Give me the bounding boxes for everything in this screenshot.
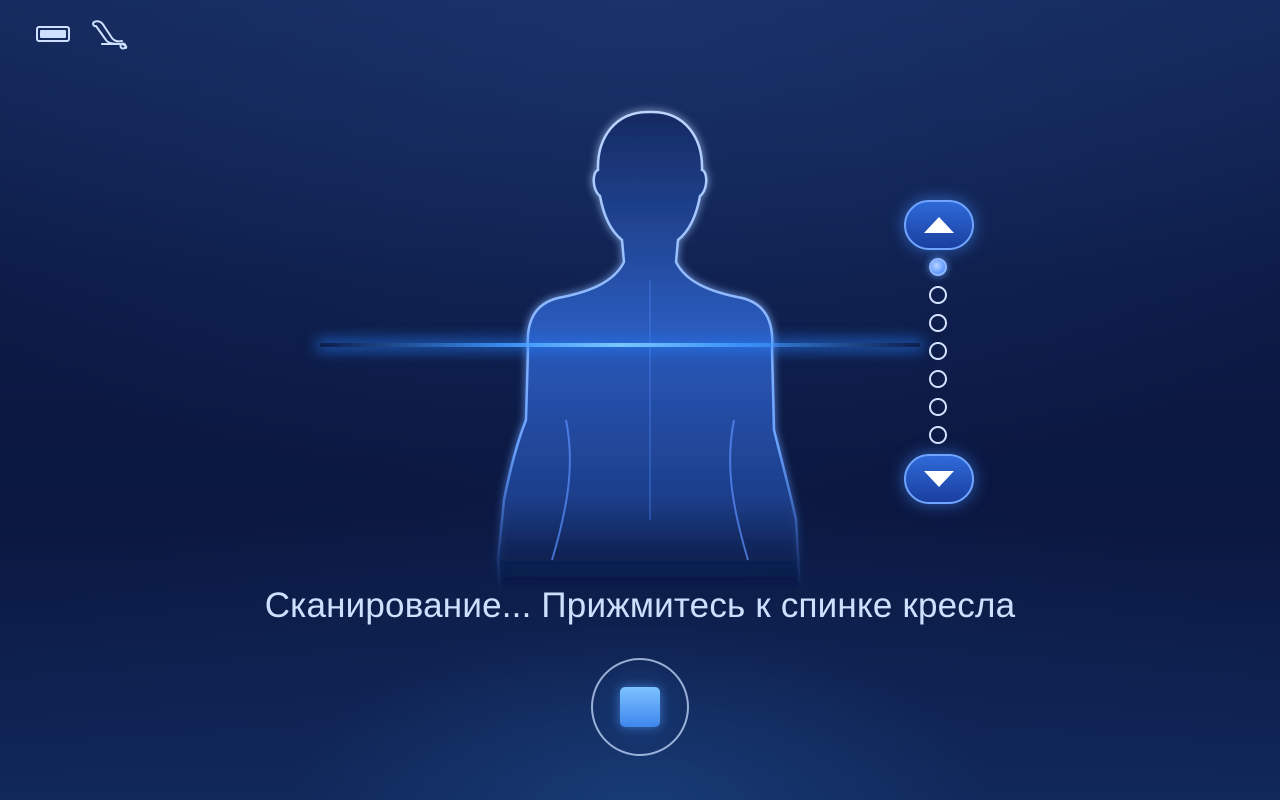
position-dot [929,258,947,276]
move-up-button[interactable] [904,200,974,250]
position-dot [929,370,947,388]
position-dot [929,398,947,416]
move-down-button[interactable] [904,454,974,504]
position-indicator [929,258,949,454]
position-dot [929,286,947,304]
stop-icon [620,687,660,727]
triangle-down-icon [924,471,954,487]
position-dot [929,426,947,444]
scan-line [320,343,920,347]
stop-button[interactable] [591,658,689,756]
scan-message: Сканирование... Прижмитесь к спинке крес… [264,586,1016,625]
triangle-up-icon [924,217,954,233]
position-dot [929,342,947,360]
position-dot [929,314,947,332]
